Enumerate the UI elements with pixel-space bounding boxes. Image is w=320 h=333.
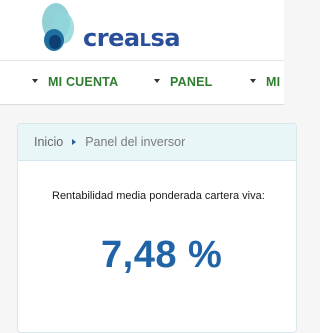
caret-down-icon xyxy=(154,78,160,83)
logo-mark-icon xyxy=(42,3,74,51)
breadcrumb-home-link[interactable]: Inicio xyxy=(34,135,63,149)
nav-item-label: PANEL xyxy=(170,75,213,89)
crealsa-logo[interactable]: creaLsa xyxy=(36,2,181,58)
site-header: creaLsa xyxy=(0,0,284,60)
nav-item-panel[interactable]: PANEL xyxy=(154,75,212,89)
investor-panel: Inicio Panel del inversor Rentabilidad me… xyxy=(17,123,297,333)
caret-down-icon xyxy=(250,78,256,83)
breadcrumb-arrow-icon xyxy=(72,138,77,145)
nav-item-mi-cuenta[interactable]: MI CUENTA xyxy=(32,75,118,89)
nav-item-mi[interactable]: MI xyxy=(250,75,280,89)
nav-item-label: MI CUENTA xyxy=(48,75,119,89)
main-nav: MI CUENTA PANEL MI xyxy=(0,60,284,105)
breadcrumb: Inicio Panel del inversor xyxy=(18,124,296,161)
metric-label: Rentabilidad media ponderada cartera viv… xyxy=(52,190,265,202)
metric-value: 7,48 % xyxy=(101,234,223,276)
nav-item-label: MI xyxy=(266,75,281,89)
caret-down-icon xyxy=(32,78,38,83)
breadcrumb-current: Panel del inversor xyxy=(85,135,186,149)
logo-text: creaLsa xyxy=(83,24,181,52)
